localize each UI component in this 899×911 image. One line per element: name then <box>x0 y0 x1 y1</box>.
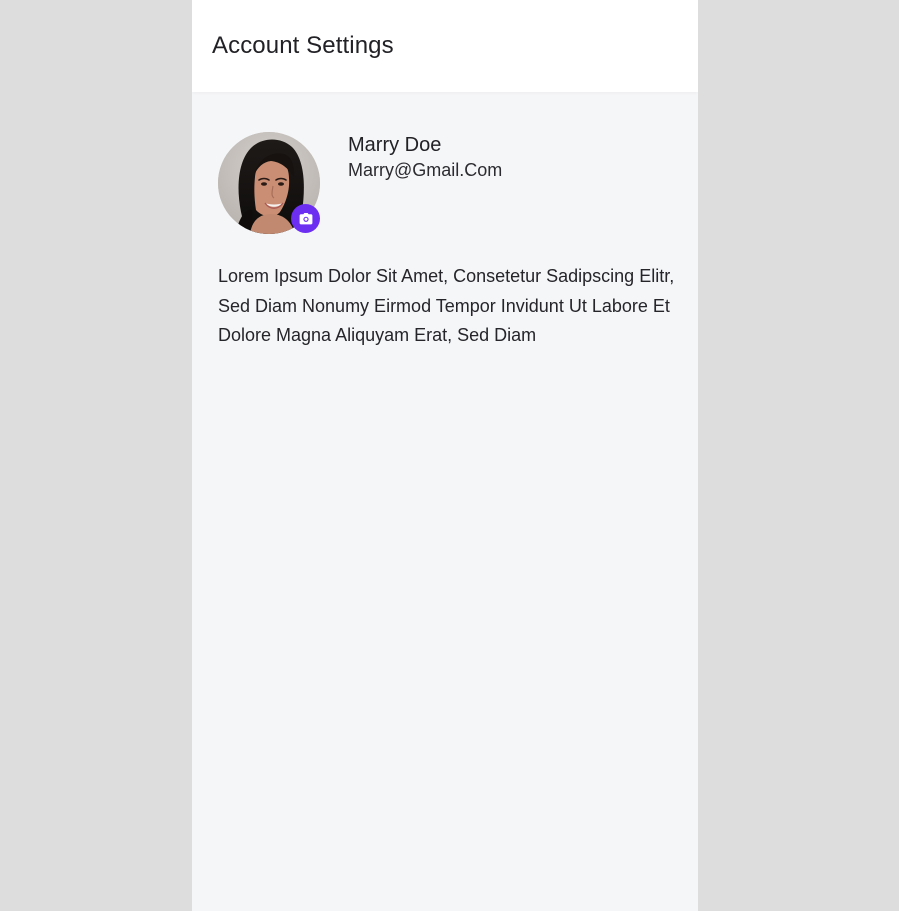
change-photo-button[interactable] <box>291 204 320 233</box>
app-header: Account Settings <box>192 0 698 92</box>
page-title: Account Settings <box>212 32 394 59</box>
profile-bio: Lorem Ipsum Dolor Sit Amet, Consetetur S… <box>218 266 675 345</box>
avatar-container <box>218 132 320 236</box>
user-email: Marry@Gmail.Com <box>348 160 503 180</box>
profile-section: Marry Doe Marry@Gmail.Com <box>218 132 678 236</box>
account-settings-screen: Account Settings Marry Doe Marry@Gmail.C… <box>192 0 698 911</box>
camera-icon <box>299 212 312 224</box>
user-name: Marry Doe <box>348 134 442 156</box>
